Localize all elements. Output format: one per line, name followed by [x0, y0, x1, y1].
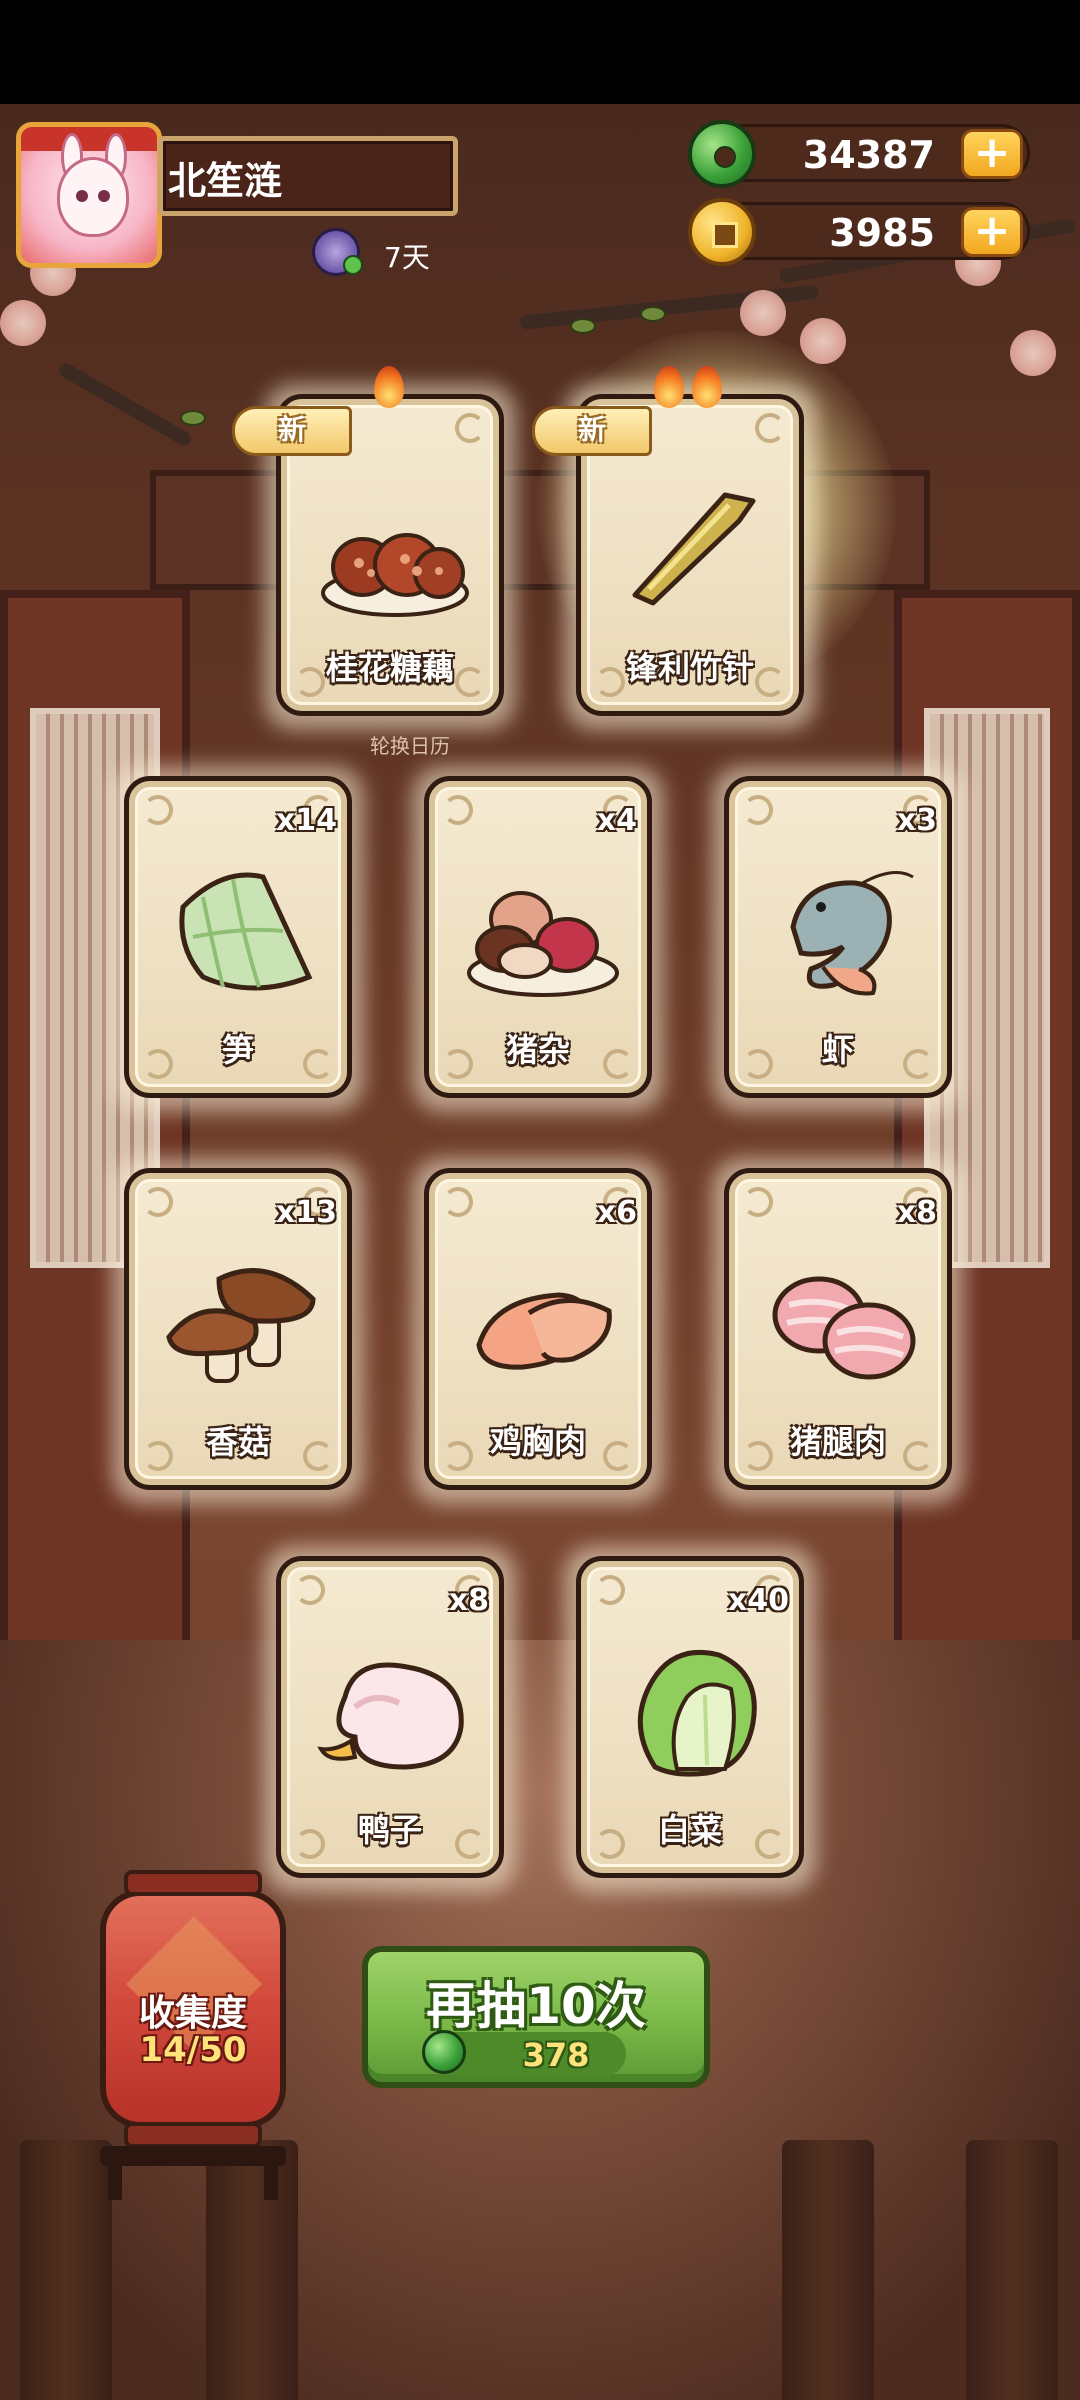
lotus-root-icon — [321, 533, 469, 617]
status-bar-area — [0, 0, 1080, 104]
item-quantity: x3 — [896, 803, 937, 838]
item-quantity: x8 — [896, 1195, 937, 1230]
card-corner-swirl — [295, 1575, 325, 1605]
blossom — [0, 300, 46, 346]
streak-avatar-icon — [312, 228, 363, 276]
draw-cost: 378 — [522, 2036, 590, 2074]
add-jade-button[interactable]: + — [961, 129, 1023, 179]
player-avatar[interactable] — [16, 122, 162, 268]
pork-offal-icon — [467, 891, 619, 997]
game-screen: 北笙涟 7天 34387 + 3985 + 桂花糖藕 新 锋利竹针 新 轮换日历… — [0, 0, 1080, 2400]
reward-card-bamboo-shoot[interactable]: x14 笋 — [124, 776, 352, 1098]
card-corner-swirl — [595, 1575, 625, 1605]
fence-post — [206, 2140, 298, 2400]
left-door — [0, 590, 190, 1670]
reward-card-chicken-breast[interactable]: x6 鸡胸肉 — [424, 1168, 652, 1490]
jade-coin-icon — [422, 2030, 466, 2074]
leaf — [640, 306, 666, 322]
draw-ten-again-button[interactable]: 再抽10次 378 — [362, 1946, 710, 2088]
coin-currency-bar: 3985 + — [716, 202, 1030, 260]
reward-card-pork-leg[interactable]: x8 猪腿肉 — [724, 1168, 952, 1490]
collection-progress: 14/50 — [139, 2030, 247, 2070]
coin-icon — [688, 198, 756, 266]
reward-card-shrimp[interactable]: x3 虾 — [724, 776, 952, 1098]
mushroom-icon — [166, 1268, 316, 1383]
item-quantity: x4 — [596, 803, 637, 838]
add-coins-button[interactable]: + — [961, 207, 1023, 257]
flame-icon — [654, 366, 684, 408]
lantern-leg — [108, 2160, 122, 2200]
player-name: 北笙涟 — [168, 159, 283, 203]
card-label: 白菜 — [657, 1811, 722, 1849]
blossom — [1010, 330, 1056, 376]
card-corner-swirl — [755, 413, 785, 443]
flame-icon — [692, 366, 722, 408]
card-label: 笋 — [221, 1031, 254, 1069]
blossom — [740, 290, 786, 336]
card-label: 虾 — [821, 1031, 854, 1069]
lantern-cap — [124, 1870, 262, 1896]
duck-icon — [317, 1662, 464, 1770]
flame-icon — [374, 366, 404, 408]
item-quantity: x6 — [596, 1195, 637, 1230]
item-quantity: x8 — [448, 1583, 489, 1618]
reward-card-pork-offal[interactable]: x4 猪杂 — [424, 776, 652, 1098]
bamboo-needle-icon — [632, 492, 756, 606]
rotation-calendar-hint: 轮换日历 — [370, 734, 450, 758]
card-corner-swirl — [443, 795, 473, 825]
streak-days: 7天 — [384, 241, 430, 274]
chicken-breast-icon — [476, 1292, 612, 1370]
reward-card-duck[interactable]: x8 鸭子 — [276, 1556, 504, 1878]
right-door — [894, 590, 1080, 1670]
item-quantity: x14 — [275, 803, 337, 838]
card-corner-swirl — [743, 795, 773, 825]
jade-currency-bar: 34387 + — [716, 124, 1030, 182]
card-label: 香菇 — [205, 1423, 270, 1461]
card-label: 猪杂 — [505, 1031, 570, 1069]
shrimp-icon — [790, 871, 914, 996]
reward-card-mushroom[interactable]: x13 香菇 — [124, 1168, 352, 1490]
fence-post — [20, 2140, 112, 2400]
new-badge: 新 — [532, 406, 652, 456]
cabbage-icon — [637, 1649, 757, 1777]
lantern-leg — [264, 2160, 278, 2200]
card-corner-swirl — [743, 1187, 773, 1217]
pork-leg-icon — [772, 1276, 916, 1380]
jade-amount: 34387 — [802, 133, 935, 177]
card-label: 鸡胸肉 — [489, 1423, 586, 1461]
new-badge: 新 — [232, 406, 352, 456]
item-quantity: x13 — [275, 1195, 337, 1230]
draw-button-label: 再抽10次 — [426, 1977, 646, 2035]
lantern-stand — [100, 2146, 286, 2166]
collection-title: 收集度 — [138, 1993, 247, 2034]
coin-amount: 3985 — [829, 211, 935, 255]
leaf — [180, 410, 206, 426]
card-label: 鸭子 — [357, 1811, 422, 1849]
card-corner-swirl — [443, 1187, 473, 1217]
collection-progress-lantern[interactable]: 收集度 14/50 — [100, 1870, 286, 2148]
fence-post — [966, 2140, 1058, 2400]
lantern-cap — [124, 2122, 262, 2148]
item-quantity: x40 — [727, 1583, 789, 1618]
bamboo-shoot-icon — [179, 872, 313, 991]
card-corner-swirl — [455, 413, 485, 443]
avatar-banner — [21, 127, 157, 151]
card-label: 桂花糖藕 — [325, 649, 454, 687]
reward-card-cabbage[interactable]: x40 白菜 — [576, 1556, 804, 1878]
card-label: 锋利竹针 — [625, 649, 754, 687]
leaf — [570, 318, 596, 334]
card-label: 猪腿肉 — [789, 1423, 886, 1461]
jade-icon — [688, 120, 756, 188]
card-corner-swirl — [143, 795, 173, 825]
avatar-face — [57, 157, 129, 237]
fence-post — [782, 2140, 874, 2400]
card-corner-swirl — [143, 1187, 173, 1217]
